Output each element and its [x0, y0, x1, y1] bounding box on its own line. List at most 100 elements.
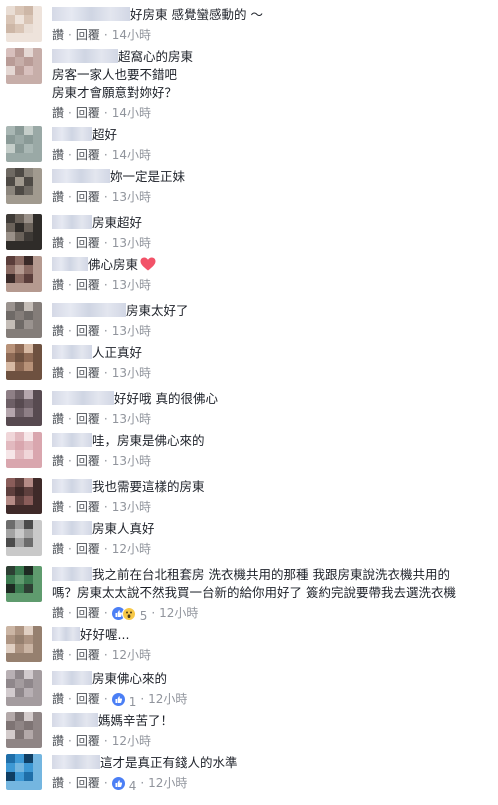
comment-item: 房東超好讚 · 回覆 · 13小時 [0, 214, 498, 254]
author-name-blurred[interactable] [52, 755, 100, 769]
comment-body: 房東超好讚 · 回覆 · 13小時 [52, 214, 492, 251]
timestamp[interactable]: 13小時 [112, 323, 151, 339]
comment-body: 佛心房東讚 · 回覆 · 13小時 [52, 256, 492, 293]
author-name-blurred[interactable] [52, 433, 92, 447]
avatar[interactable] [6, 520, 42, 556]
author-name-blurred[interactable] [52, 345, 92, 359]
like-button[interactable]: 讚 [52, 605, 64, 621]
reply-button[interactable]: 回覆 [76, 189, 100, 205]
like-button[interactable]: 讚 [52, 323, 64, 339]
reply-button[interactable]: 回覆 [76, 691, 100, 707]
avatar[interactable] [6, 432, 42, 468]
timestamp[interactable]: 12小時 [112, 733, 151, 749]
reply-button[interactable]: 回覆 [76, 775, 100, 791]
like-button[interactable]: 讚 [52, 541, 64, 557]
like-button[interactable]: 讚 [52, 27, 64, 43]
timestamp[interactable]: 14小時 [112, 27, 151, 43]
author-name-blurred[interactable] [52, 521, 92, 535]
author-name-blurred[interactable] [52, 257, 88, 271]
like-button[interactable]: 讚 [52, 147, 64, 163]
avatar[interactable] [6, 478, 42, 514]
avatar[interactable] [6, 754, 42, 790]
separator-dot: · [68, 648, 72, 662]
like-button[interactable]: 讚 [52, 775, 64, 791]
like-button[interactable]: 讚 [52, 235, 64, 251]
like-button[interactable]: 讚 [52, 691, 64, 707]
timestamp[interactable]: 12小時 [159, 605, 198, 621]
timestamp[interactable]: 13小時 [112, 235, 151, 251]
author-name-blurred[interactable] [52, 567, 92, 581]
author-name-blurred[interactable] [52, 49, 118, 63]
comment-text: 房東太好了 [52, 302, 492, 320]
author-name-blurred[interactable] [52, 713, 98, 727]
author-name-blurred[interactable] [52, 391, 114, 405]
avatar[interactable] [6, 48, 42, 84]
like-button[interactable]: 讚 [52, 277, 64, 293]
timestamp[interactable]: 12小時 [112, 647, 151, 663]
separator-dot: · [68, 454, 72, 468]
author-name-blurred[interactable] [52, 215, 92, 229]
comment-body: 房東佛心來的讚 · 回覆 · 1 · 12小時 [52, 670, 492, 710]
like-button[interactable]: 讚 [52, 189, 64, 205]
timestamp[interactable]: 13小時 [112, 277, 151, 293]
avatar[interactable] [6, 256, 42, 292]
timestamp[interactable]: 13小時 [112, 499, 151, 515]
timestamp[interactable]: 13小時 [112, 365, 151, 381]
reply-button[interactable]: 回覆 [76, 277, 100, 293]
timestamp[interactable]: 12小時 [148, 775, 187, 791]
comment-item: 房東佛心來的讚 · 回覆 · 1 · 12小時 [0, 670, 498, 710]
comment-actions: 讚 · 回覆 · 13小時 [52, 499, 492, 515]
like-button[interactable]: 讚 [52, 453, 64, 469]
like-button[interactable]: 讚 [52, 105, 64, 121]
reply-button[interactable]: 回覆 [76, 411, 100, 427]
reply-button[interactable]: 回覆 [76, 323, 100, 339]
avatar[interactable] [6, 626, 42, 662]
avatar[interactable] [6, 214, 42, 250]
reply-button[interactable]: 回覆 [76, 541, 100, 557]
comment-text-content: 我之前在台北租套房 洗衣機共用的那種 我跟房東說洗衣機共用的 [92, 567, 450, 582]
author-name-blurred[interactable] [52, 303, 126, 317]
avatar[interactable] [6, 566, 42, 602]
reply-button[interactable]: 回覆 [76, 733, 100, 749]
reply-button[interactable]: 回覆 [76, 105, 100, 121]
reply-button[interactable]: 回覆 [76, 235, 100, 251]
comment-text: 好房東 感覺蠻感動的 ～ [52, 6, 492, 24]
timestamp[interactable]: 14小時 [112, 105, 151, 121]
avatar[interactable] [6, 390, 42, 426]
reaction-summary[interactable]: 5 [111, 607, 147, 624]
avatar[interactable] [6, 712, 42, 748]
avatar[interactable] [6, 670, 42, 706]
reply-button[interactable]: 回覆 [76, 453, 100, 469]
like-button[interactable]: 讚 [52, 499, 64, 515]
author-name-blurred[interactable] [52, 479, 92, 493]
like-button[interactable]: 讚 [52, 733, 64, 749]
author-name-blurred[interactable] [52, 169, 110, 183]
author-name-blurred[interactable] [52, 671, 92, 685]
author-name-blurred[interactable] [52, 7, 130, 21]
reply-button[interactable]: 回覆 [76, 647, 100, 663]
like-button[interactable]: 讚 [52, 647, 64, 663]
reply-button[interactable]: 回覆 [76, 499, 100, 515]
reaction-summary[interactable]: 4 [111, 777, 136, 794]
reply-button[interactable]: 回覆 [76, 27, 100, 43]
separator-dot: · [68, 190, 72, 204]
timestamp[interactable]: 13小時 [112, 453, 151, 469]
avatar[interactable] [6, 168, 42, 204]
reply-button[interactable]: 回覆 [76, 365, 100, 381]
timestamp[interactable]: 12小時 [112, 541, 151, 557]
reply-button[interactable]: 回覆 [76, 147, 100, 163]
timestamp[interactable]: 14小時 [112, 147, 151, 163]
like-button[interactable]: 讚 [52, 365, 64, 381]
like-button[interactable]: 讚 [52, 411, 64, 427]
avatar[interactable] [6, 126, 42, 162]
author-name-blurred[interactable] [52, 627, 80, 641]
avatar[interactable] [6, 6, 42, 42]
timestamp[interactable]: 13小時 [112, 189, 151, 205]
timestamp[interactable]: 12小時 [148, 691, 187, 707]
reaction-summary[interactable]: 1 [111, 693, 136, 710]
avatar[interactable] [6, 302, 42, 338]
reply-button[interactable]: 回覆 [76, 605, 100, 621]
timestamp[interactable]: 13小時 [112, 411, 151, 427]
author-name-blurred[interactable] [52, 127, 92, 141]
avatar[interactable] [6, 344, 42, 380]
